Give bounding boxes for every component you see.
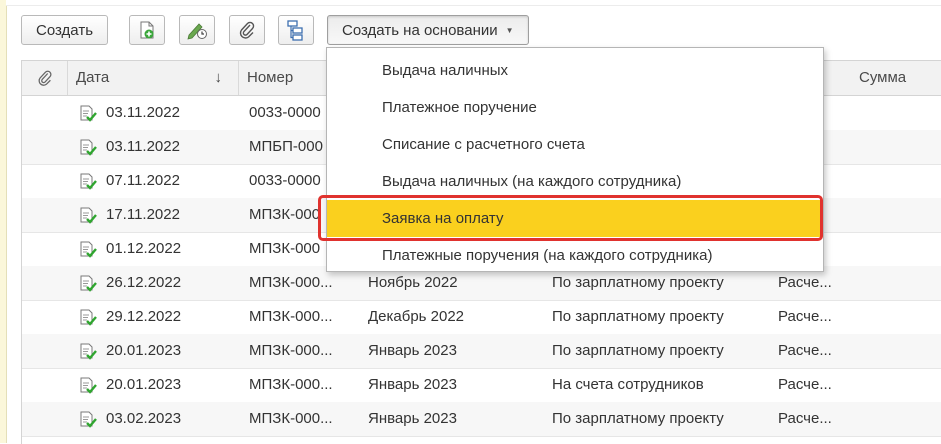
posted-document-icon: [78, 402, 100, 436]
header-sum-label: Сумма: [859, 69, 907, 86]
row-sum: [852, 130, 940, 164]
row-period: Январь 2023: [368, 376, 457, 393]
row-date: 03.11.2022: [106, 138, 180, 155]
posted-document-icon: [78, 334, 100, 368]
header-date-label: Дата: [76, 69, 110, 86]
row-sum: [852, 198, 940, 232]
header-number-label: Номер: [247, 69, 294, 86]
row-period: Декабрь 2022: [368, 308, 465, 325]
row-type: По зарплатному проекту: [552, 342, 724, 359]
header-sum[interactable]: Сумма: [851, 61, 941, 95]
structure-icon: [287, 20, 303, 41]
table-row[interactable]: 20.01.2023 МПЗК-000... Январь 2023 По зарпл…: [22, 334, 941, 369]
row-sum: [852, 368, 940, 402]
chevron-down-icon: ▼: [505, 25, 514, 35]
row-kind: Расче...: [778, 410, 832, 427]
row-sum: [852, 402, 940, 436]
row-date: 17.11.2022: [106, 206, 180, 223]
highlight-annotation: [318, 195, 823, 241]
create-button-label: Создать: [36, 21, 94, 39]
toolbar: Создать Создать на основании ▼: [21, 14, 941, 46]
row-number: МПЗК-000...: [249, 308, 333, 325]
row-kind: Расче...: [778, 342, 832, 359]
structure-button[interactable]: [278, 15, 314, 45]
row-sum: [852, 96, 940, 130]
row-date: 20.01.2023: [106, 376, 182, 393]
paperclip-icon: [239, 21, 255, 39]
attach-file-button[interactable]: [229, 15, 265, 45]
row-date: 03.02.2023: [106, 410, 182, 427]
row-sum: [852, 334, 940, 368]
table-row[interactable]: 03.02.2023 МПЗК-000... Январь 2023 По зарпл…: [22, 402, 941, 437]
header-attachments[interactable]: [22, 61, 68, 95]
row-type: На счета сотрудников: [552, 376, 704, 393]
row-date: 01.12.2022: [106, 240, 182, 257]
posted-document-icon: [78, 368, 100, 402]
menu-item[interactable]: Платежные поручения (на каждого сотрудни…: [327, 237, 823, 274]
add-document-button[interactable]: [129, 15, 165, 45]
posted-document-icon: [78, 232, 100, 266]
posted-document-icon: [78, 300, 100, 334]
menu-item[interactable]: Списание с расчетного счета: [327, 126, 823, 163]
row-number: МПЗК-000...: [249, 342, 333, 359]
table-row[interactable]: 29.12.2022 МПЗК-000... Декабрь 2022 По зарп…: [22, 300, 941, 335]
row-type: По зарплатному проекту: [552, 308, 724, 325]
row-period: Январь 2023: [368, 410, 457, 427]
posted-document-icon: [78, 266, 100, 300]
row-date: 03.11.2022: [106, 104, 180, 121]
row-type: По зарплатному проекту: [552, 410, 724, 427]
row-date: 07.11.2022: [106, 172, 180, 189]
paperclip-icon: [38, 70, 51, 86]
menu-item[interactable]: Платежное поручение: [327, 89, 823, 126]
edit-date-icon: [187, 23, 207, 40]
create-based-on-label: Создать на основании: [342, 21, 498, 39]
row-period: Январь 2023: [368, 342, 457, 359]
posted-document-icon: [78, 198, 100, 232]
row-sum: [852, 300, 940, 334]
menu-item[interactable]: Выдача наличных: [327, 52, 823, 89]
add-document-icon: [140, 21, 154, 39]
row-sum: [852, 232, 940, 266]
left-panel-strip: [0, 0, 7, 443]
edit-date-button[interactable]: [179, 15, 215, 45]
top-border: [6, 0, 941, 6]
row-kind: Расче...: [778, 376, 832, 393]
row-date: 29.12.2022: [106, 308, 182, 325]
posted-document-icon: [78, 96, 100, 130]
row-number: МПЗК-000...: [249, 410, 333, 427]
posted-document-icon: [78, 164, 100, 198]
row-kind: Расче...: [778, 308, 832, 325]
row-sum: [852, 266, 940, 300]
table-row[interactable]: 20.01.2023 МПЗК-000... Январь 2023 На счета…: [22, 368, 941, 403]
row-number: МПЗК-000...: [249, 376, 333, 393]
posted-document-icon: [78, 130, 100, 164]
create-based-on-button[interactable]: Создать на основании ▼: [327, 15, 529, 45]
row-sum: [852, 164, 940, 198]
sort-descending-icon: ↓: [214, 69, 223, 86]
create-button[interactable]: Создать: [21, 15, 109, 45]
row-date: 26.12.2022: [106, 274, 182, 291]
header-date[interactable]: Дата ↓: [68, 61, 239, 95]
row-date: 20.01.2023: [106, 342, 182, 359]
